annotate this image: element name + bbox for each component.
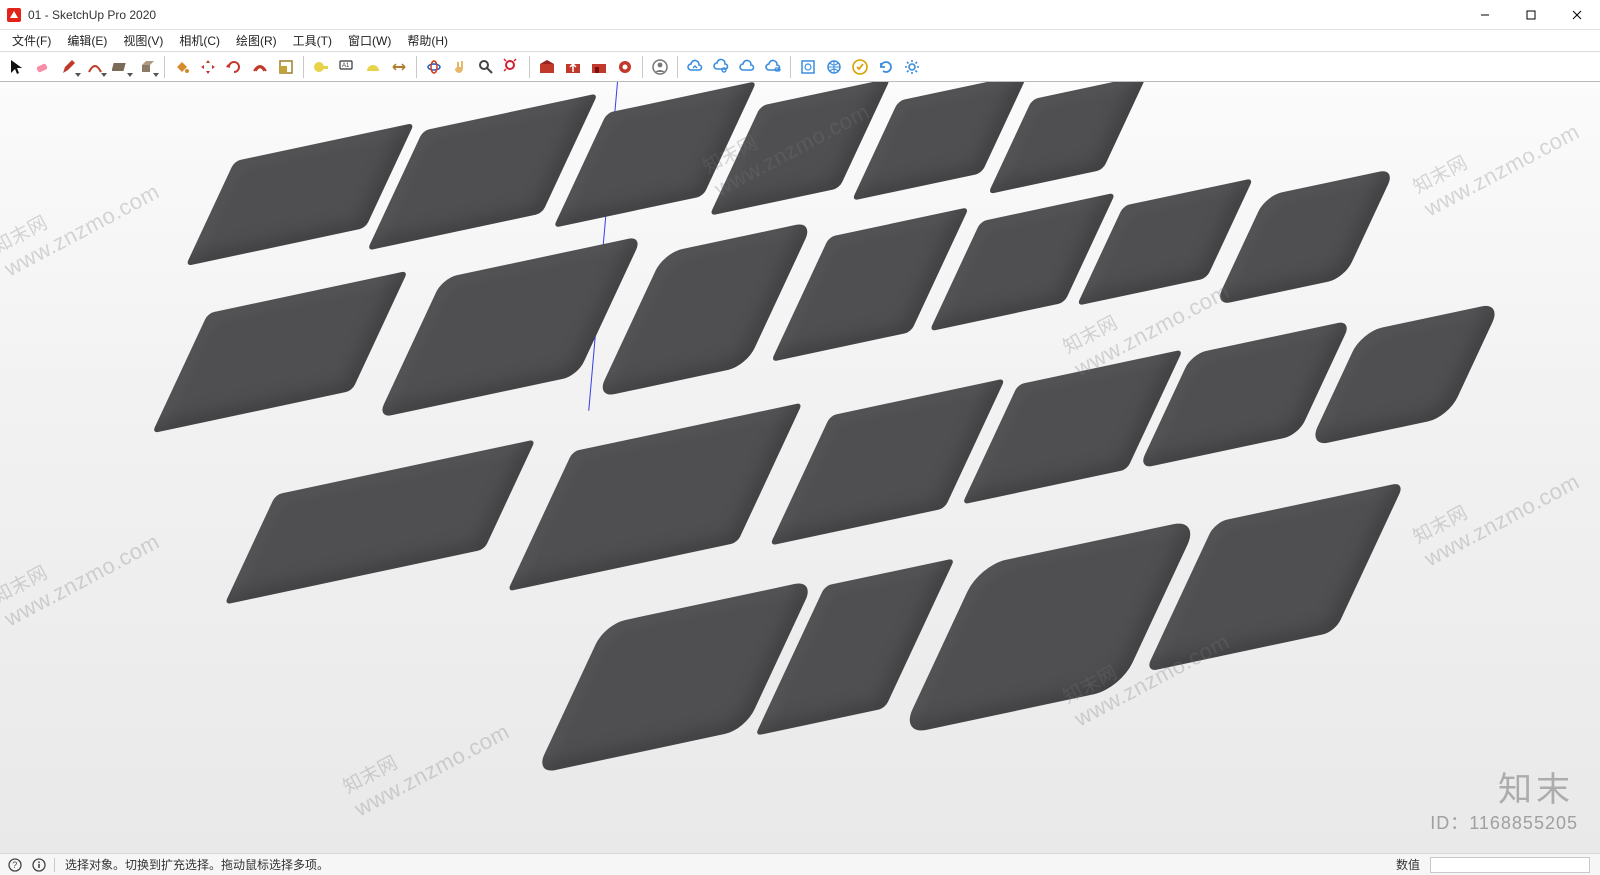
menubar: 文件(F) 编辑(E) 视图(V) 相机(C) 绘图(R) 工具(T) 窗口(W… bbox=[0, 30, 1600, 52]
svg-text:?: ? bbox=[12, 860, 17, 870]
model-silhouette bbox=[770, 378, 1006, 545]
bucket-tool-icon[interactable] bbox=[169, 54, 195, 80]
status-info-icon[interactable] bbox=[30, 856, 48, 874]
refresh-icon[interactable] bbox=[873, 54, 899, 80]
menu-view[interactable]: 视图(V) bbox=[115, 32, 171, 49]
app-icon bbox=[6, 7, 22, 23]
toolbar-separator bbox=[303, 56, 304, 78]
model-silhouette bbox=[535, 580, 815, 775]
orbit-tool-icon[interactable] bbox=[421, 54, 447, 80]
toolbar-separator bbox=[164, 56, 165, 78]
model-viewport[interactable]: 知末网www.znzmo.com 知末网www.znzmo.com 知末网www… bbox=[0, 82, 1600, 853]
measurement-label: 数值 bbox=[1396, 856, 1420, 873]
toolbar-separator bbox=[529, 56, 530, 78]
zoom-tool-icon[interactable] bbox=[473, 54, 499, 80]
svg-text:A1: A1 bbox=[342, 63, 350, 69]
menu-tools[interactable]: 工具(T) bbox=[285, 32, 340, 49]
new-tab-icon[interactable] bbox=[847, 54, 873, 80]
cloud-link-icon[interactable] bbox=[760, 54, 786, 80]
pan-tool-icon[interactable] bbox=[447, 54, 473, 80]
rotate-tool-icon[interactable] bbox=[221, 54, 247, 80]
toolbar-separator bbox=[416, 56, 417, 78]
model-silhouette bbox=[1145, 482, 1405, 672]
statusbar-separator bbox=[54, 858, 55, 872]
move-tool-icon[interactable] bbox=[195, 54, 221, 80]
toolbar: A1 bbox=[0, 52, 1600, 82]
watermark: 知末网www.znzmo.com bbox=[338, 695, 514, 822]
profile-icon[interactable] bbox=[647, 54, 673, 80]
statusbar: ? 选择对象。切换到扩充选择。拖动鼠标选择多项。 数值 bbox=[0, 853, 1600, 875]
menu-draw[interactable]: 绘图(R) bbox=[228, 32, 285, 49]
model-silhouette bbox=[367, 93, 598, 250]
dimension-tool-icon[interactable] bbox=[386, 54, 412, 80]
titlebar: 01 - SketchUp Pro 2020 bbox=[0, 0, 1600, 30]
watermark: 知末网www.znzmo.com bbox=[0, 155, 164, 282]
watermark: 知末网www.znzmo.com bbox=[0, 505, 164, 632]
3dwarehouse-get-icon[interactable] bbox=[534, 54, 560, 80]
maximize-button[interactable] bbox=[1508, 0, 1554, 30]
menu-edit[interactable]: 编辑(E) bbox=[59, 32, 115, 49]
offset-tool-icon[interactable] bbox=[247, 54, 273, 80]
settings-icon[interactable] bbox=[899, 54, 925, 80]
eraser-tool-icon[interactable] bbox=[30, 54, 56, 80]
3dwarehouse-share-icon[interactable] bbox=[560, 54, 586, 80]
text-tool-icon[interactable]: A1 bbox=[334, 54, 360, 80]
toolbar-separator bbox=[790, 56, 791, 78]
cloud-search-icon[interactable] bbox=[708, 54, 734, 80]
tape-tool-icon[interactable] bbox=[308, 54, 334, 80]
select-tool-icon[interactable] bbox=[4, 54, 30, 80]
extension-warehouse-icon[interactable] bbox=[612, 54, 638, 80]
minimize-button[interactable] bbox=[1462, 0, 1508, 30]
measurement-field[interactable] bbox=[1430, 857, 1590, 873]
close-button[interactable] bbox=[1554, 0, 1600, 30]
geo-icon[interactable] bbox=[795, 54, 821, 80]
zoom-extents-tool-icon[interactable] bbox=[499, 54, 525, 80]
3dwarehouse-icon[interactable] bbox=[586, 54, 612, 80]
cloud-sync-icon[interactable] bbox=[682, 54, 708, 80]
menu-file[interactable]: 文件(F) bbox=[4, 32, 59, 49]
window-controls bbox=[1462, 0, 1600, 30]
model-silhouette bbox=[962, 349, 1183, 504]
toolbar-separator bbox=[642, 56, 643, 78]
model-silhouette bbox=[900, 519, 1199, 736]
protractor-tool-icon[interactable] bbox=[360, 54, 386, 80]
id-watermark: ID：1168855205 bbox=[1430, 809, 1578, 835]
model-info-icon[interactable] bbox=[821, 54, 847, 80]
menu-help[interactable]: 帮助(H) bbox=[399, 32, 456, 49]
arc-tool-icon[interactable] bbox=[82, 54, 108, 80]
pencil-tool-icon[interactable] bbox=[56, 54, 82, 80]
cloud-up-icon[interactable] bbox=[734, 54, 760, 80]
model-silhouette bbox=[224, 439, 535, 604]
toolbar-separator bbox=[677, 56, 678, 78]
scale-tool-icon[interactable] bbox=[273, 54, 299, 80]
watermark: 知末网www.znzmo.com bbox=[1408, 95, 1584, 222]
watermark: 知末网www.znzmo.com bbox=[1408, 445, 1584, 572]
status-help-icon[interactable]: ? bbox=[6, 856, 24, 874]
status-hint: 选择对象。切换到扩充选择。拖动鼠标选择多项。 bbox=[65, 856, 329, 873]
rectangle-tool-icon[interactable] bbox=[108, 54, 134, 80]
pushpull-tool-icon[interactable] bbox=[134, 54, 160, 80]
menu-window[interactable]: 窗口(W) bbox=[340, 32, 399, 49]
window-title: 01 - SketchUp Pro 2020 bbox=[28, 8, 156, 22]
model-silhouette bbox=[1138, 320, 1352, 469]
model-silhouette bbox=[152, 271, 408, 434]
brand-watermark: 知末 bbox=[1498, 762, 1574, 811]
menu-camera[interactable]: 相机(C) bbox=[171, 32, 228, 49]
model-silhouette bbox=[507, 403, 802, 592]
